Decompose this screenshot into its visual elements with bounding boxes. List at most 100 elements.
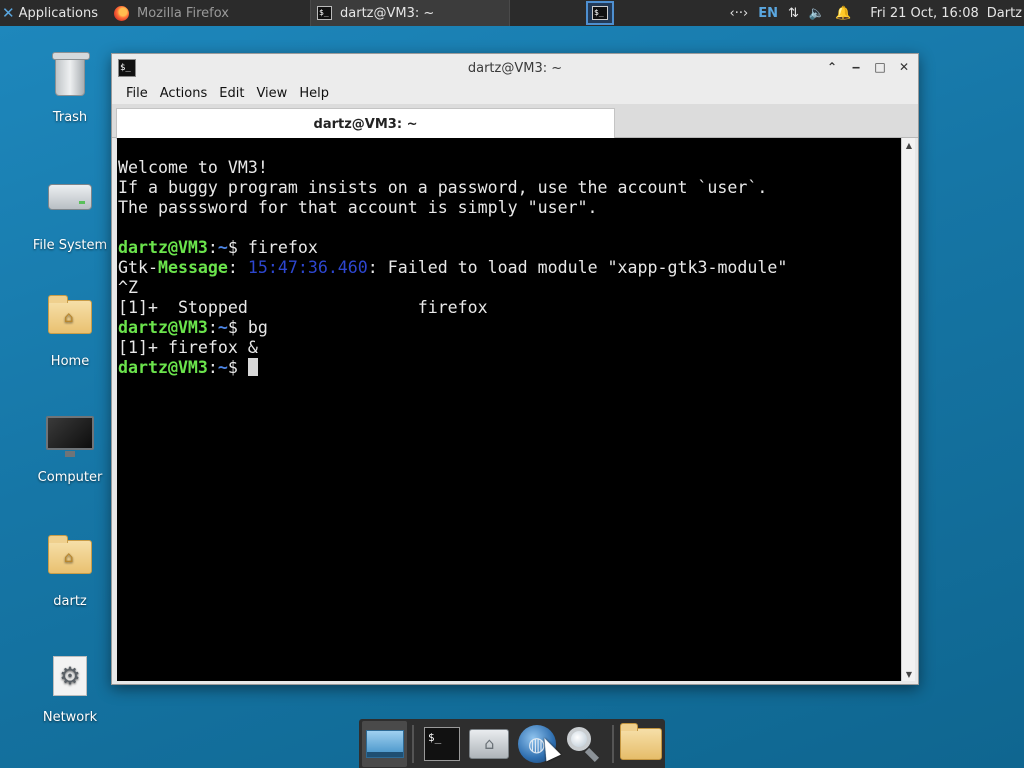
folder-icon <box>620 722 663 760</box>
dock-terminal[interactable]: $_ <box>419 721 464 767</box>
menu-view[interactable]: View <box>256 86 287 101</box>
trash-icon <box>52 52 90 96</box>
desktop-icon-label: Computer <box>37 470 103 485</box>
workspace-terminal-thumbnail-icon: $_ <box>592 6 608 20</box>
network-transfer-icon[interactable]: ⇅ <box>788 6 799 21</box>
prompt-separator: : <box>207 358 218 377</box>
terminal-line: The passsword for that account is simply… <box>118 198 598 217</box>
top-panel: ✕ Applications Mozilla Firefox $_ dartz@… <box>0 0 1024 26</box>
workspace-switcher[interactable]: $_ <box>586 1 614 25</box>
menu-actions[interactable]: Actions <box>160 86 208 101</box>
desktop-icon-home[interactable]: ⌂ Home <box>20 292 120 369</box>
gtk-message-text: : Failed to load module "xapp-gtk3-modul… <box>367 258 788 277</box>
gtk-timestamp: 15:47:36.460 <box>247 258 368 277</box>
tab-bar: dartz@VM3: ~ <box>112 104 918 139</box>
desktop-icon-label: File System <box>32 238 108 253</box>
keyboard-layout-indicator[interactable]: EN <box>758 6 778 21</box>
prompt-user: dartz@VM3 <box>118 318 208 337</box>
terminal-line: dartz@VM3:~$ <box>118 358 901 378</box>
network-indicator-icon[interactable]: ‹··› <box>730 6 749 21</box>
terminal-icon: $_ <box>423 726 460 761</box>
terminal-icon: $_ <box>317 6 332 20</box>
taskbar-item-firefox[interactable]: Mozilla Firefox <box>108 0 308 26</box>
user-menu[interactable]: Dartz <box>987 6 1022 21</box>
show-desktop-icon <box>365 729 404 758</box>
dock-separator <box>611 724 614 763</box>
taskbar-item-label: Mozilla Firefox <box>137 5 229 21</box>
applications-label: Applications <box>18 5 98 21</box>
tab-terminal[interactable]: dartz@VM3: ~ <box>116 108 615 139</box>
gtk-colon: : <box>227 258 248 277</box>
terminal-line: Gtk-Message: 15:47:36.460: Failed to loa… <box>118 258 901 278</box>
home-folder-icon: ⌂ <box>48 295 92 334</box>
gtk-message-label: Message <box>157 258 228 277</box>
prompt-path: ~ <box>217 318 228 337</box>
prompt-dollar: $ <box>227 318 248 337</box>
clock[interactable]: Fri 21 Oct, 16:08 <box>870 6 979 21</box>
terminal-line: If a buggy program insists on a password… <box>118 178 768 197</box>
prompt-path: ~ <box>217 238 228 257</box>
home-folder-icon: ⌂ <box>48 535 92 574</box>
terminal-line: dartz@VM3:~$ bg <box>118 318 901 338</box>
prompt-separator: : <box>207 318 218 337</box>
dock-file-manager[interactable]: ⌂ <box>467 721 512 767</box>
prompt-dollar: $ <box>227 358 248 377</box>
drive-icon <box>48 184 92 210</box>
search-icon <box>565 725 603 763</box>
command-text: bg <box>247 318 268 337</box>
minimize-button[interactable]: ‒ <box>848 59 864 75</box>
terminal-line: ^Z <box>118 278 138 297</box>
network-icon: ⚙ <box>53 656 87 696</box>
prompt-user: dartz@VM3 <box>118 358 208 377</box>
close-button[interactable]: ✕ <box>896 59 912 75</box>
terminal-output[interactable]: Welcome to VM3! If a buggy program insist… <box>117 138 901 681</box>
volume-icon[interactable]: 🔈 <box>809 6 825 21</box>
desktop-icon-label: dartz <box>53 594 87 609</box>
computer-icon <box>46 416 94 457</box>
desktop-icon-dartz[interactable]: ⌂ dartz <box>20 532 120 609</box>
dock-search[interactable] <box>561 721 606 767</box>
scroll-down-arrow-icon[interactable]: ▼ <box>902 667 916 681</box>
window-titlebar[interactable]: $_ dartz@VM3: ~ ⌃ ‒ □ ✕ <box>112 54 918 82</box>
applications-menu-button[interactable]: ✕ Applications <box>0 0 108 26</box>
scroll-up-arrow-icon[interactable]: ▲ <box>902 138 916 152</box>
terminal-line: [1]+ Stopped firefox <box>118 298 488 317</box>
prompt-separator: : <box>207 238 218 257</box>
desktop-icon-label: Network <box>42 710 98 725</box>
notifications-bell-icon[interactable]: 🔔 <box>835 6 851 21</box>
desktop-icon-computer[interactable]: Computer <box>20 412 120 485</box>
xfce-logo-icon: ✕ <box>2 4 15 22</box>
terminal-line: dartz@VM3:~$ firefox <box>118 238 901 258</box>
firefox-icon <box>114 5 129 21</box>
terminal-line: Welcome to VM3! <box>118 158 268 177</box>
vertical-scrollbar[interactable]: ▲ ▼ <box>901 138 915 681</box>
desktop-icon-trash[interactable]: Trash <box>20 52 120 125</box>
shade-button[interactable]: ⌃ <box>824 59 840 75</box>
taskbar-item-terminal[interactable]: $_ dartz@VM3: ~ <box>310 0 510 26</box>
text-cursor <box>247 358 258 376</box>
menu-edit[interactable]: Edit <box>219 86 244 101</box>
dock-folder[interactable] <box>619 721 664 767</box>
command-text: firefox <box>247 238 318 257</box>
terminal-window[interactable]: $_ dartz@VM3: ~ ⌃ ‒ □ ✕ File Actions Edi… <box>111 53 919 685</box>
desktop-icon-label: Trash <box>52 110 88 125</box>
menu-help[interactable]: Help <box>299 86 329 101</box>
prompt-dollar: $ <box>227 238 248 257</box>
file-manager-icon: ⌂ <box>469 728 510 759</box>
maximize-button[interactable]: □ <box>872 59 888 75</box>
terminal-line: [1]+ firefox & <box>118 338 258 357</box>
window-title: dartz@VM3: ~ <box>467 60 563 76</box>
prompt-user: dartz@VM3 <box>118 238 208 257</box>
taskbar-item-label: dartz@VM3: ~ <box>340 5 435 21</box>
menu-file[interactable]: File <box>126 86 148 101</box>
gtk-prefix: Gtk- <box>118 258 158 277</box>
dock-show-desktop[interactable] <box>362 720 408 767</box>
desktop-icon-network[interactable]: ⚙ Network <box>20 652 120 725</box>
desktop-icon-label: Home <box>50 354 90 369</box>
terminal-icon[interactable]: $_ <box>118 59 136 77</box>
desktop-icon-file-system[interactable]: File System <box>20 172 120 253</box>
dock-separator <box>412 724 415 763</box>
menu-bar: File Actions Edit View Help <box>112 82 918 104</box>
prompt-path: ~ <box>217 358 228 377</box>
